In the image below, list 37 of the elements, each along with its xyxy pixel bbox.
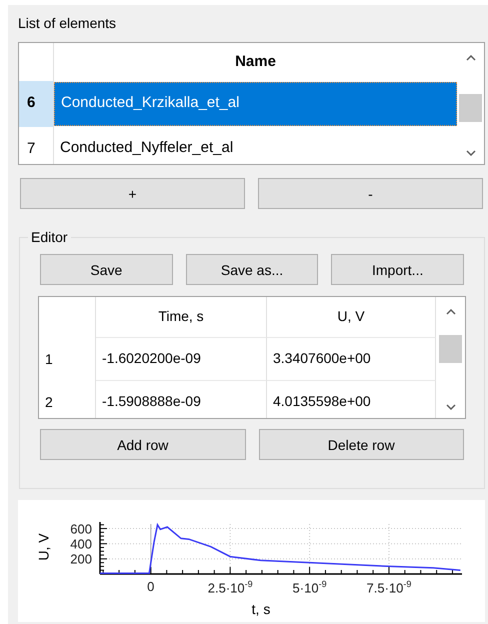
- scrollbar-thumb[interactable]: [439, 335, 462, 363]
- table-cell: 4.0135598e+00: [267, 380, 436, 418]
- add-button[interactable]: +: [20, 178, 245, 209]
- y-axis: [99, 522, 108, 574]
- list-item[interactable]: Conducted_Krzikalla_et_al: [54, 82, 457, 126]
- tick-label: 200: [70, 552, 92, 566]
- table-cell: -1.5908888e-09: [96, 380, 267, 418]
- scroll-down-icon[interactable]: [466, 150, 476, 156]
- section-title: List of elements: [18, 14, 118, 33]
- table-button[interactable]: Add row: [40, 429, 246, 460]
- toolbar-button[interactable]: Import...: [331, 254, 464, 285]
- tick-label: 7.5·10$^{-9}$: [366, 579, 412, 596]
- row-number: 2: [39, 380, 96, 418]
- tick-label: 400: [70, 537, 92, 550]
- scroll-up-icon[interactable]: [466, 55, 476, 61]
- table-cell: 3.3407600e+00: [267, 337, 436, 380]
- toolbar-button[interactable]: Save: [40, 254, 173, 285]
- table-button[interactable]: Delete row: [258, 429, 464, 460]
- row-number: 7: [19, 127, 54, 164]
- tick-label: 2.5·10$^{-9}$: [208, 579, 253, 596]
- tick-label: 0: [147, 579, 154, 594]
- table-cell: -1.6020200e-09: [96, 337, 267, 380]
- column-header: Time, s: [96, 297, 267, 337]
- row-number: 6: [19, 81, 54, 127]
- scroll-down-icon[interactable]: [446, 404, 456, 410]
- axis-title: U, V: [36, 533, 52, 561]
- row-number: 1: [39, 337, 96, 380]
- scroll-up-icon[interactable]: [446, 309, 456, 315]
- axis-title: t, s: [252, 601, 270, 617]
- tick-label: 600: [70, 522, 92, 536]
- list-item[interactable]: Conducted_Nyffeler_et_al: [54, 127, 457, 164]
- column-header: Name: [234, 52, 277, 72]
- remove-button[interactable]: -: [258, 178, 483, 209]
- tick-label: 5·10$^{-9}$: [292, 579, 327, 596]
- toolbar-button[interactable]: Save as...: [186, 254, 318, 285]
- scrollbar-thumb[interactable]: [459, 94, 482, 122]
- group-title: Editor: [30, 229, 69, 245]
